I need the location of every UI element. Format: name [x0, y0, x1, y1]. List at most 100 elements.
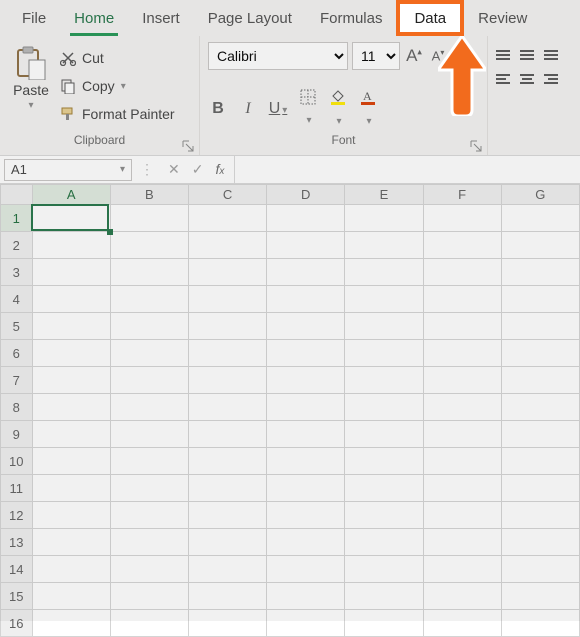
cell[interactable]	[110, 448, 188, 475]
row-header[interactable]: 2	[1, 232, 33, 259]
formula-input[interactable]	[234, 156, 580, 183]
cell[interactable]	[423, 610, 501, 637]
cell[interactable]	[32, 421, 110, 448]
cancel-formula-button[interactable]: ✕	[168, 161, 180, 178]
cell[interactable]	[110, 313, 188, 340]
cell[interactable]	[110, 556, 188, 583]
cell[interactable]	[32, 502, 110, 529]
cell[interactable]	[501, 475, 579, 502]
cell[interactable]	[188, 259, 266, 286]
cell[interactable]	[501, 610, 579, 637]
align-left-button[interactable]	[496, 72, 510, 86]
cell[interactable]	[423, 529, 501, 556]
cell[interactable]	[267, 556, 345, 583]
name-box[interactable]: A1 ▾	[4, 159, 132, 181]
row-header[interactable]: 14	[1, 556, 33, 583]
cell[interactable]	[267, 502, 345, 529]
cell[interactable]	[267, 313, 345, 340]
cell[interactable]	[423, 313, 501, 340]
tab-data[interactable]: Data	[396, 0, 464, 36]
cell[interactable]	[267, 340, 345, 367]
cell[interactable]	[345, 610, 423, 637]
cell[interactable]	[32, 475, 110, 502]
column-header[interactable]: B	[110, 185, 188, 205]
row-header[interactable]: 4	[1, 286, 33, 313]
row-header[interactable]: 1	[1, 205, 33, 232]
tab-page-layout[interactable]: Page Layout	[194, 0, 306, 36]
align-center-button[interactable]	[520, 72, 534, 86]
cell[interactable]	[110, 232, 188, 259]
cell[interactable]	[32, 583, 110, 610]
cell[interactable]	[32, 367, 110, 394]
cell[interactable]	[345, 259, 423, 286]
cell[interactable]	[345, 340, 423, 367]
dialog-launcher-icon[interactable]	[181, 139, 195, 153]
cell[interactable]	[345, 475, 423, 502]
font-name-select[interactable]: Calibri	[208, 42, 348, 70]
cell[interactable]	[423, 394, 501, 421]
cell[interactable]	[188, 610, 266, 637]
cell[interactable]	[32, 556, 110, 583]
cell[interactable]	[501, 205, 579, 232]
cell[interactable]	[267, 475, 345, 502]
row-header[interactable]: 8	[1, 394, 33, 421]
column-header[interactable]: F	[423, 185, 501, 205]
cell[interactable]	[188, 205, 266, 232]
cell[interactable]	[501, 367, 579, 394]
cell[interactable]	[267, 421, 345, 448]
cell[interactable]	[32, 529, 110, 556]
cell[interactable]	[267, 232, 345, 259]
bold-button[interactable]: B	[208, 100, 228, 118]
decrease-font-button[interactable]: A▾	[428, 48, 448, 63]
cell[interactable]	[267, 205, 345, 232]
cell[interactable]	[423, 421, 501, 448]
cell[interactable]	[345, 448, 423, 475]
cell[interactable]	[188, 529, 266, 556]
cell[interactable]	[110, 367, 188, 394]
cell[interactable]	[345, 529, 423, 556]
cell[interactable]	[501, 502, 579, 529]
row-header[interactable]: 7	[1, 367, 33, 394]
cell[interactable]	[423, 556, 501, 583]
dialog-launcher-icon[interactable]	[469, 139, 483, 153]
align-right-button[interactable]	[544, 72, 558, 86]
cell[interactable]	[32, 448, 110, 475]
cell[interactable]	[110, 475, 188, 502]
cell[interactable]	[345, 583, 423, 610]
cell[interactable]	[267, 394, 345, 421]
cell[interactable]	[267, 610, 345, 637]
row-header[interactable]: 9	[1, 421, 33, 448]
cell[interactable]	[423, 259, 501, 286]
cell[interactable]	[267, 367, 345, 394]
row-header[interactable]: 6	[1, 340, 33, 367]
cell[interactable]	[267, 529, 345, 556]
column-header[interactable]: A	[32, 185, 110, 205]
row-header[interactable]: 16	[1, 610, 33, 637]
cell[interactable]	[345, 232, 423, 259]
cell[interactable]	[188, 502, 266, 529]
copy-button[interactable]: Copy ▾	[60, 74, 175, 98]
cell[interactable]	[423, 367, 501, 394]
italic-button[interactable]: I	[238, 100, 258, 118]
fill-color-button[interactable]	[328, 88, 348, 129]
cell[interactable]	[188, 313, 266, 340]
fx-button[interactable]: fx	[215, 161, 224, 178]
align-top-button[interactable]	[496, 48, 510, 62]
cell[interactable]	[267, 448, 345, 475]
tab-insert[interactable]: Insert	[128, 0, 194, 36]
cell[interactable]	[423, 448, 501, 475]
cell[interactable]	[501, 313, 579, 340]
cell[interactable]	[188, 556, 266, 583]
cell[interactable]	[188, 340, 266, 367]
cell[interactable]	[267, 259, 345, 286]
cell[interactable]	[188, 583, 266, 610]
cell[interactable]	[345, 394, 423, 421]
cell[interactable]	[501, 232, 579, 259]
cell[interactable]	[32, 286, 110, 313]
paste-button[interactable]: Paste ▾	[8, 42, 54, 133]
cell[interactable]	[345, 421, 423, 448]
cell[interactable]	[345, 205, 423, 232]
cell[interactable]	[501, 286, 579, 313]
cell[interactable]	[345, 556, 423, 583]
cell[interactable]	[188, 394, 266, 421]
